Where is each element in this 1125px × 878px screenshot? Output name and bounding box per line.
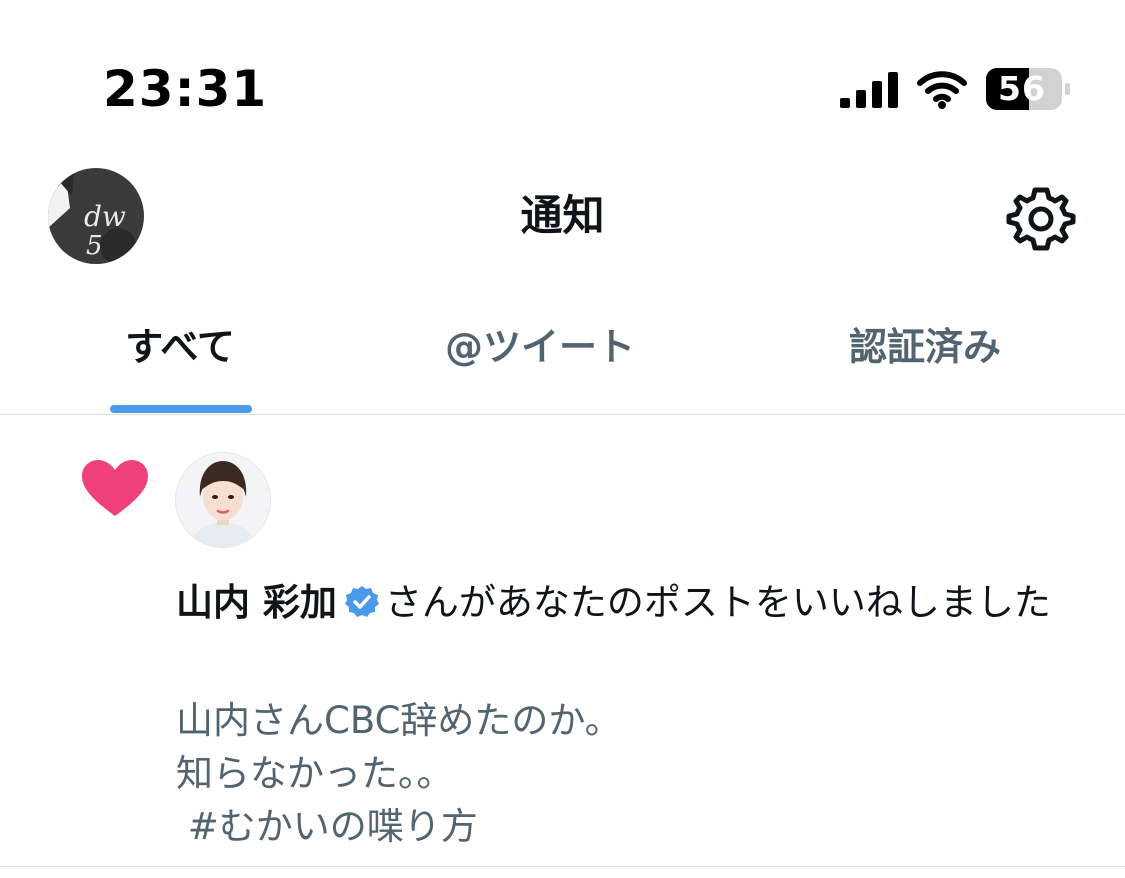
notification-message: 山内 彩加 さんがあなたのポストをいいねしました — [176, 576, 1076, 630]
post-hashtag-line: #むかいの喋り方 — [176, 805, 478, 848]
settings-button[interactable] — [1006, 184, 1076, 254]
active-tab-indicator — [110, 405, 252, 413]
verified-badge-icon — [344, 586, 379, 617]
tab-bar: すべて @ツイート 認証済み — [0, 300, 1125, 415]
wifi-icon — [917, 71, 967, 109]
heart-icon — [82, 460, 148, 516]
signal-icon — [840, 72, 898, 108]
tab-verified[interactable]: 認証済み — [790, 322, 1060, 382]
notification-item[interactable]: 山内 彩加 さんがあなたのポストをいいねしました 山内さんCBC辞めたのか。 知… — [0, 416, 1125, 867]
post-line: 知らなかった。。 — [176, 752, 454, 795]
page-title: 通知 — [520, 191, 605, 240]
actor-avatar[interactable] — [175, 452, 271, 548]
tab-mentions[interactable]: @ツイート — [390, 322, 690, 382]
post-line: 山内さんCBC辞めたのか。 — [176, 699, 622, 742]
actor-avatar-image — [176, 453, 270, 547]
notification-action-text: さんがあなたのポストをいいねしました — [384, 581, 1051, 624]
header: dw 5 通知 — [0, 160, 1125, 270]
battery-level: 56 — [998, 69, 1046, 108]
gear-icon — [1006, 187, 1076, 251]
tab-all[interactable]: すべて — [60, 322, 300, 382]
status-time: 23:31 — [103, 60, 268, 118]
status-bar: 23:31 56 — [0, 0, 1125, 140]
post-preview[interactable]: 山内さんCBC辞めたのか。 知らなかった。。 #むかいの喋り方 — [176, 694, 1076, 853]
actor-name[interactable]: 山内 彩加 — [176, 581, 337, 624]
